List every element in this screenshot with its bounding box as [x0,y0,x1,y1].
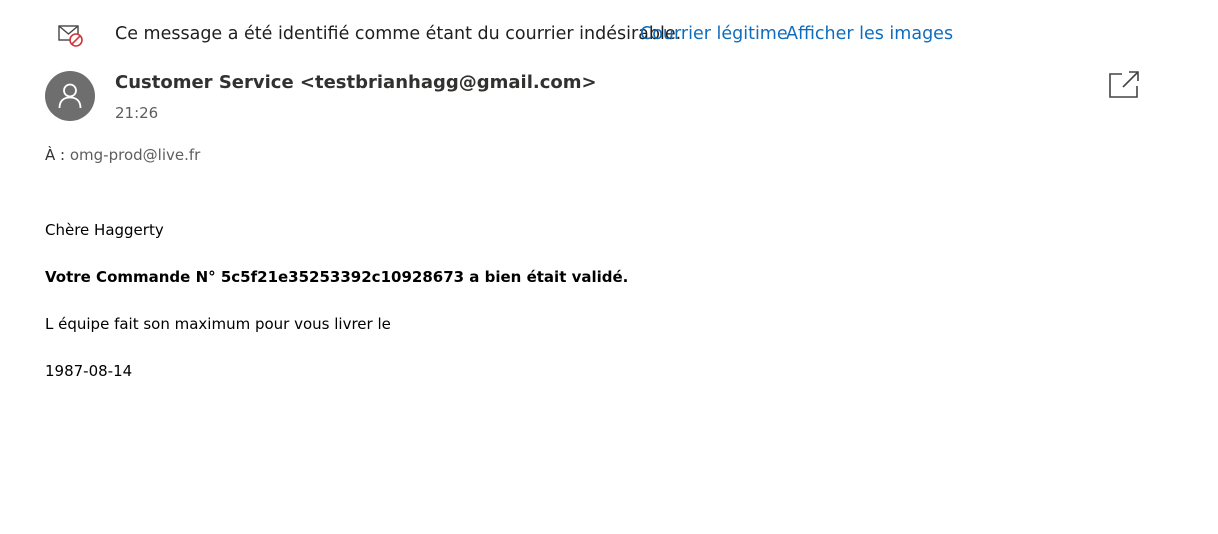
order-confirmation-line: Votre Commande N° 5c5f21e35253392c109286… [45,268,629,286]
not-junk-link[interactable]: Courrier légitime [640,24,788,44]
recipients-line: À : omg-prod@live.fr [45,146,200,164]
to-label: À : [45,146,66,164]
person-icon [58,83,82,109]
sender-name[interactable]: Customer Service <testbrianhagg@gmail.co… [115,72,597,93]
junk-warning-banner: Ce message a été identifié comme étant d… [0,14,1218,56]
delivery-line: L équipe fait son maximum pour vous livr… [45,315,391,333]
email-greeting: Chère Haggerty [45,221,164,239]
junk-mail-icon [58,24,84,48]
sender-avatar[interactable] [45,71,95,121]
open-in-new-window-icon[interactable] [1108,70,1140,100]
junk-warning-text: Ce message a été identifié comme étant d… [115,24,682,44]
delivery-date: 1987-08-14 [45,362,133,380]
received-time: 21:26 [115,104,159,122]
show-images-link[interactable]: Afficher les images [786,24,953,44]
recipient-address[interactable]: omg-prod@live.fr [70,146,200,164]
message-reading-pane: Ce message a été identifié comme étant d… [0,0,1218,534]
